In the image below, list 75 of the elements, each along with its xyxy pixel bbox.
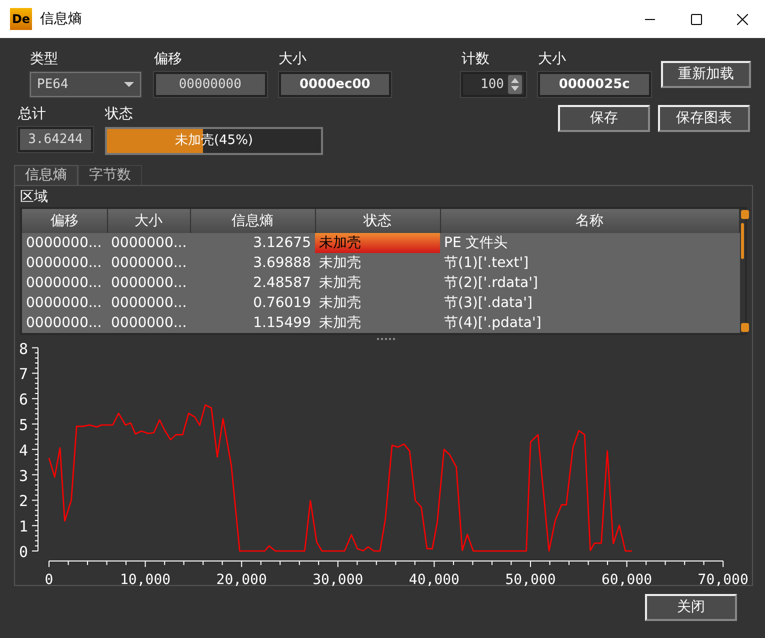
count-spinbox[interactable]: 100	[461, 72, 526, 97]
table-cell-text: 节(4)['.pdata']	[443, 314, 542, 333]
table-cell-text: 0.76019	[252, 294, 312, 313]
column-header[interactable]: 大小	[107, 209, 190, 233]
table-cell-text: 0000000...	[110, 254, 188, 273]
close-button[interactable]: 关闭	[645, 594, 737, 621]
y-tick-label: 0	[19, 543, 28, 561]
field-label: 大小	[538, 50, 567, 69]
table-cell-text: 0000000...	[110, 274, 188, 293]
splitter-handle[interactable]	[377, 338, 395, 342]
x-tick-label: 70,000	[698, 572, 748, 587]
x-tick-label: 40,000	[408, 572, 460, 587]
column-header[interactable]: 偏移	[22, 209, 107, 233]
x-tick-label: 10,000	[120, 572, 171, 587]
y-tick-label: 6	[19, 390, 28, 409]
table-cell-text: 未加壳	[318, 314, 362, 333]
table-cell: PE 文件头	[440, 233, 739, 253]
field-label: 类型	[30, 50, 59, 69]
field-label: 计数	[461, 50, 490, 69]
y-tick-label: 8	[19, 342, 28, 358]
table-cell: 未加壳	[315, 253, 440, 273]
x-tick-label: 50,000	[505, 572, 556, 587]
y-tick-label: 4	[19, 441, 28, 460]
table-cell-text: 未加壳	[318, 274, 362, 293]
type-dropdown[interactable]: PE64	[30, 72, 141, 97]
field-label: 总计	[18, 105, 47, 124]
y-tick-label: 2	[19, 492, 28, 510]
table-cell: 节(1)['.text']	[440, 253, 739, 273]
x-tick-label: 60,000	[602, 572, 652, 587]
size-field: 0000ec00	[278, 72, 392, 97]
field-label: 状态	[105, 105, 134, 124]
spin-arrows-icon[interactable]	[508, 75, 522, 94]
x-tick-label: 0	[44, 572, 54, 587]
table-cell: 未加壳	[315, 233, 440, 253]
table-cell-text: 0000000...	[110, 314, 188, 333]
offset-field: 00000000	[154, 72, 267, 97]
reload-button[interactable]: 重新加载	[660, 61, 752, 88]
size-field: 0000025c	[538, 72, 651, 97]
app-logo: De	[10, 8, 32, 30]
table-cell-text: 节(3)['.data']	[443, 294, 534, 313]
y-tick-label: 3	[19, 466, 28, 485]
region-label: 区域	[20, 188, 49, 207]
x-tick-label: 30,000	[312, 572, 364, 587]
total-field: 3.64244	[18, 127, 93, 152]
maximize-icon[interactable]	[690, 14, 702, 24]
minimize-icon[interactable]	[645, 18, 655, 20]
table-cell-text: 0000000...	[25, 314, 103, 333]
table-cell: 0000000...	[107, 233, 190, 253]
table-cell-text: 0000000...	[25, 294, 103, 313]
y-tick-label: 7	[19, 365, 28, 384]
tab[interactable]: 字节数	[78, 165, 142, 185]
caret-icon	[124, 82, 134, 87]
field-label: 偏移	[154, 50, 183, 69]
save-chart-button[interactable]: 保存图表	[658, 105, 750, 132]
x-tick-label: 20,000	[216, 572, 267, 587]
column-header[interactable]: 状态	[315, 209, 440, 233]
close-icon[interactable]	[736, 14, 748, 24]
table-cell-text: 节(2)['.rdata']	[443, 274, 539, 293]
table-cell: 0000000...	[22, 233, 107, 253]
window-title: 信息熵	[40, 10, 82, 28]
table-cell: 3.69888	[190, 253, 315, 273]
table-cell-text: 1.15499	[252, 314, 312, 333]
table-cell-text: 0000000...	[25, 254, 103, 273]
field-label: 大小	[278, 50, 308, 69]
table-cell-text: 0000000...	[25, 274, 103, 293]
table-cell-text: 未加壳	[318, 294, 362, 313]
y-tick-label: 1	[19, 518, 28, 536]
save-button[interactable]: 保存	[558, 105, 650, 132]
column-header[interactable]: 信息熵	[190, 209, 315, 233]
table-cell-text: 2.48587	[252, 274, 312, 293]
table-cell-text: 0000000...	[110, 294, 188, 313]
column-header[interactable]: 名称	[440, 209, 739, 233]
tab[interactable]: 信息熵	[14, 165, 78, 185]
table-cell: 3.12675	[190, 233, 315, 253]
y-tick-label: 5	[19, 416, 28, 434]
